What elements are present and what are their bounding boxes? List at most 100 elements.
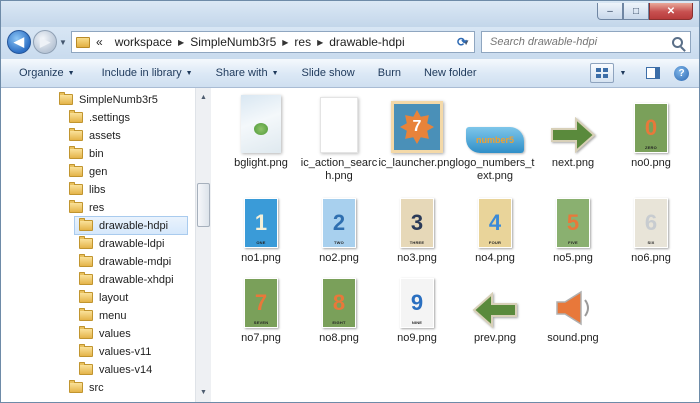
close-button[interactable]: ✕ <box>649 3 693 20</box>
number-card-image: 6 SIX <box>634 198 668 248</box>
breadcrumb-overflow[interactable]: « <box>96 35 103 49</box>
chevron-right-icon[interactable]: ▶ <box>178 38 184 47</box>
preview-pane-icon[interactable] <box>646 67 660 79</box>
maximize-button[interactable]: □ <box>623 3 649 20</box>
card-word: SIX <box>647 240 655 245</box>
tree-item-values-v14[interactable]: values-v14 <box>79 361 152 378</box>
file-item[interactable]: sound.png <box>533 268 613 345</box>
number-card-image: 5 FIVE <box>556 198 590 248</box>
file-item[interactable]: prev.png <box>455 268 535 345</box>
file-thumbnail: 2 TWO <box>309 188 369 248</box>
organize-menu[interactable]: Organize ▼ <box>1 59 84 87</box>
tree-item-simplenumb3r5[interactable]: SimpleNumb3r5 <box>59 91 158 108</box>
file-thumbnail: 4 FOUR <box>465 188 525 248</box>
tree-item-res[interactable]: res <box>69 199 104 216</box>
file-thumbnail <box>309 93 369 153</box>
file-item[interactable]: bglight.png <box>221 93 301 170</box>
tree-item-label: bin <box>89 147 104 160</box>
file-name: next.png <box>551 157 595 169</box>
command-bar: Organize ▼ Include in library ▼ Share with… <box>1 59 699 88</box>
tree-item-drawable-hdpi[interactable]: drawable-hdpi <box>74 216 188 235</box>
new-folder-button[interactable]: New folder <box>410 59 486 87</box>
scroll-down-icon[interactable]: ▼ <box>196 385 211 400</box>
tree-item-layout[interactable]: layout <box>79 289 128 306</box>
search-icon[interactable] <box>672 36 683 48</box>
recent-pages-dropdown[interactable]: ▼ <box>59 38 67 47</box>
folder-icon <box>79 290 93 303</box>
folder-icon <box>69 380 83 393</box>
back-arrow-icon: ◀ <box>14 34 24 49</box>
breadcrumb-res[interactable]: res <box>294 35 311 49</box>
file-name: prev.png <box>474 332 516 344</box>
card-number: 1 <box>254 210 268 235</box>
tree-item-label: drawable-ldpi <box>99 237 165 250</box>
tree-item-menu[interactable]: menu <box>79 307 127 324</box>
include-in-library-menu[interactable]: Include in library ▼ <box>84 59 202 87</box>
organize-label: Organize <box>19 67 64 79</box>
scroll-up-icon[interactable]: ▲ <box>196 90 211 105</box>
folder-icon <box>69 200 83 213</box>
minimize-button[interactable]: – <box>597 3 623 20</box>
tree-item-assets[interactable]: assets <box>69 127 121 144</box>
file-item[interactable]: 4 FOUR no4.png <box>455 188 535 265</box>
file-item[interactable]: 3 THREE no3.png <box>377 188 457 265</box>
file-item[interactable]: 1 ONE no1.png <box>221 188 301 265</box>
file-name: bglight.png <box>234 157 288 169</box>
card-number: 2 <box>332 210 346 235</box>
breadcrumb-drawable-hdpi[interactable]: drawable-hdpi <box>329 35 404 49</box>
folder-icon <box>79 254 93 267</box>
file-item[interactable]: next.png <box>533 93 613 170</box>
tree-item-settings[interactable]: .settings <box>69 109 130 126</box>
file-item[interactable]: 7 ic_launcher.png <box>377 93 457 170</box>
navigation-scrollbar[interactable]: ▲ ▼ <box>195 88 211 402</box>
number-card-image: 4 FOUR <box>478 198 512 248</box>
share-with-menu[interactable]: Share with ▼ <box>202 59 288 87</box>
tree-item-drawable-xhdpi[interactable]: drawable-xhdpi <box>79 271 174 288</box>
file-item[interactable]: 9 NINE no9.png <box>377 268 457 345</box>
tree-item-drawable-mdpi[interactable]: drawable-mdpi <box>79 253 171 270</box>
view-options-dropdown[interactable]: ▼ <box>616 63 630 83</box>
tree-item-label: libs <box>89 183 106 196</box>
slide-show-button[interactable]: Slide show <box>288 59 364 87</box>
scrollbar-thumb[interactable] <box>197 183 210 227</box>
tree-item-drawable-ldpi[interactable]: drawable-ldpi <box>79 235 164 252</box>
file-thumbnail: 7 SEVEN <box>231 268 291 328</box>
tree-item-values[interactable]: values <box>79 325 131 342</box>
tree-item-bin[interactable]: bin <box>69 145 104 162</box>
card-word: FOUR <box>488 240 502 245</box>
file-item[interactable]: number5 logo_numbers_text.png <box>455 93 535 183</box>
breadcrumb-workspace[interactable]: workspace <box>115 35 172 49</box>
chevron-right-icon[interactable]: ▶ <box>317 38 323 47</box>
folder-icon <box>79 362 93 375</box>
burn-button[interactable]: Burn <box>364 59 410 87</box>
file-item[interactable]: 7 SEVEN no7.png <box>221 268 301 345</box>
tree-item-values-v11[interactable]: values-v11 <box>79 343 151 360</box>
address-bar[interactable]: « workspace ▶ SimpleNumb3r5 ▶ res ▶ draw… <box>71 31 475 53</box>
file-item[interactable]: 0 ZERO no0.png <box>611 93 691 170</box>
folder-icon <box>79 218 93 231</box>
file-item[interactable]: ic_action_search.png <box>299 93 379 183</box>
back-button[interactable]: ◀ <box>7 30 31 54</box>
file-name: no0.png <box>631 157 671 169</box>
folder-icon <box>69 128 83 141</box>
file-item[interactable]: 5 FIVE no5.png <box>533 188 613 265</box>
navigation-pane: SimpleNumb3r5 .settings assets bin gen libs re… <box>1 88 195 402</box>
change-view-button[interactable] <box>590 63 614 83</box>
refresh-icon[interactable]: ⟳ <box>453 34 471 50</box>
forward-button[interactable]: ▶ <box>33 30 57 54</box>
file-name: ic_action_search.png <box>300 157 378 182</box>
file-item[interactable]: 8 EIGHT no8.png <box>299 268 379 345</box>
search-input[interactable] <box>488 35 672 49</box>
help-icon[interactable]: ? <box>674 65 689 81</box>
file-item[interactable]: 6 SIX no6.png <box>611 188 691 265</box>
tree-item-libs[interactable]: libs <box>69 181 106 198</box>
folder-icon <box>69 164 83 177</box>
chevron-right-icon[interactable]: ▶ <box>282 38 288 47</box>
card-word: FIVE <box>568 240 578 245</box>
file-item[interactable]: 2 TWO no2.png <box>299 188 379 265</box>
breadcrumb-project[interactable]: SimpleNumb3r5 <box>190 35 276 49</box>
tree-item-src[interactable]: src <box>69 379 104 396</box>
file-name: ic_launcher.png <box>378 157 456 169</box>
tree-item-gen[interactable]: gen <box>69 163 107 180</box>
search-box[interactable] <box>481 31 691 53</box>
